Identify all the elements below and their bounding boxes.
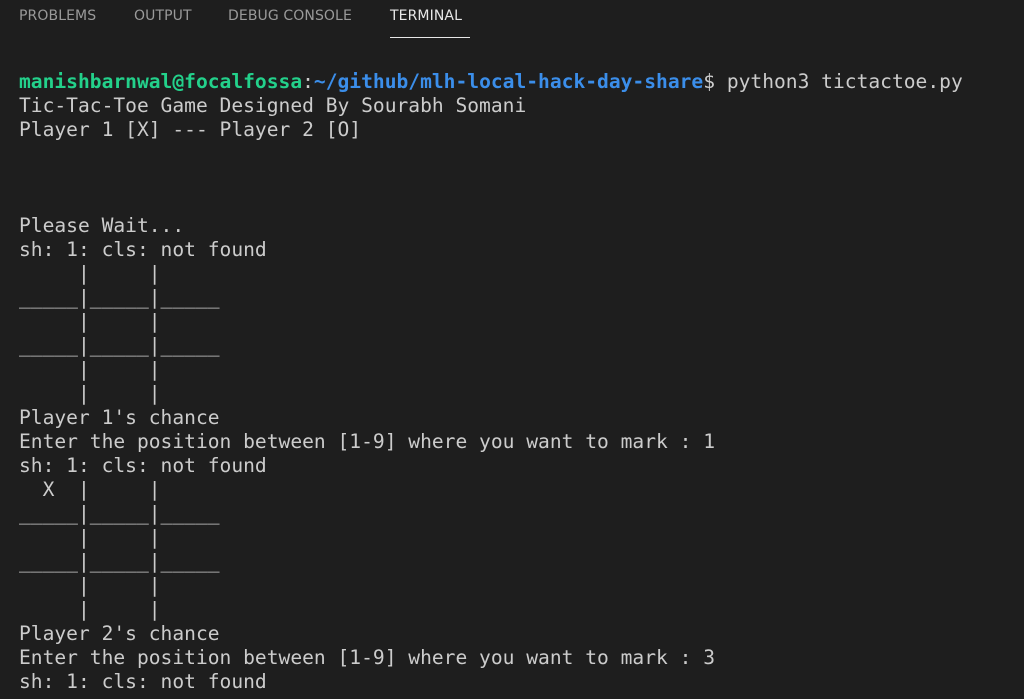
terminal-line: _____|_____|_____ — [19, 334, 220, 357]
terminal-line: sh: 1: cls: not found — [19, 238, 267, 261]
terminal-line: sh: 1: cls: not found — [19, 454, 267, 477]
terminal-line: Player 2's chance — [19, 622, 220, 645]
terminal-prompt-line: manishbarnwal@focalfossa:~/github/mlh-lo… — [19, 70, 1019, 94]
prompt-symbol: $ — [703, 70, 727, 93]
terminal-line: | | — [19, 574, 161, 597]
terminal-line: | | — [19, 382, 161, 405]
active-tab-indicator — [390, 37, 470, 38]
tab-problems[interactable]: PROBLEMS — [19, 8, 96, 24]
terminal-line: Enter the position between [1-9] where y… — [19, 430, 715, 453]
prompt-separator: : — [302, 70, 314, 93]
tab-debug-console[interactable]: DEBUG CONSOLE — [228, 8, 352, 24]
terminal-line: Please Wait... — [19, 214, 185, 237]
terminal-line: _____|_____|_____ — [19, 502, 220, 525]
terminal-line: Player 1's chance — [19, 406, 220, 429]
terminal-line: | | — [19, 310, 161, 333]
terminal-line: sh: 1: cls: not found — [19, 670, 267, 693]
prompt-command: python3 tictactoe.py — [726, 70, 963, 93]
terminal-line: Tic-Tac-Toe Game Designed By Sourabh Som… — [19, 94, 527, 117]
terminal-line: Enter the position between [1-9] where y… — [19, 646, 715, 669]
terminal-line: | | — [19, 598, 161, 621]
terminal-line: _____|_____|_____ — [19, 550, 220, 573]
terminal-line: Player 1 [X] --- Player 2 [O] — [19, 118, 362, 141]
terminal-line: _____|_____|_____ — [19, 286, 220, 309]
panel-tab-bar: PROBLEMS OUTPUT DEBUG CONSOLE TERMINAL — [0, 0, 1024, 40]
prompt-user-host: manishbarnwal@focalfossa — [19, 70, 303, 93]
terminal-line: X | | — [19, 478, 161, 501]
terminal-line: | | — [19, 262, 161, 285]
tab-terminal[interactable]: TERMINAL — [390, 8, 462, 24]
tab-output[interactable]: OUTPUT — [134, 8, 192, 24]
terminal-output[interactable]: manishbarnwal@focalfossa:~/github/mlh-lo… — [19, 70, 1019, 694]
prompt-path: ~/github/mlh-local-hack-day-share — [313, 70, 704, 93]
terminal-line: | | — [19, 358, 161, 381]
terminal-line: | | — [19, 526, 161, 549]
